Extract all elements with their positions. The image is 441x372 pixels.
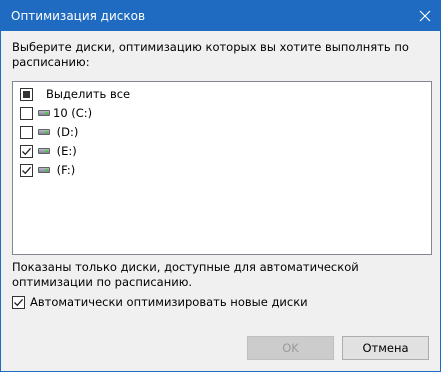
drive-checkbox-d[interactable] — [20, 125, 33, 139]
drive-icon — [38, 129, 50, 135]
drive-checkbox-c[interactable] — [20, 106, 33, 120]
drive-label-d: (D:) — [53, 125, 79, 139]
drive-label-c: 10 (C:) — [53, 106, 93, 120]
select-all-checkbox[interactable] — [20, 87, 33, 101]
drive-row-d[interactable]: (D:) — [20, 123, 78, 141]
availability-note: Показаны только диски, доступные для авт… — [12, 260, 359, 289]
drive-icon — [38, 148, 50, 154]
select-all-row[interactable]: Выделить все — [20, 85, 130, 103]
drive-list[interactable]: Выделить все 10 (C:) (D:) (E:) (F:) — [12, 81, 432, 255]
drive-checkbox-f[interactable] — [20, 163, 33, 177]
ok-button[interactable]: OK — [247, 336, 334, 360]
drive-row-e[interactable]: (E:) — [20, 142, 77, 160]
drive-label-e: (E:) — [53, 144, 77, 158]
close-icon — [419, 10, 431, 22]
checkmark-icon — [22, 166, 32, 174]
checkmark-icon — [22, 147, 32, 155]
optimize-drives-dialog: Оптимизация дисков Выберите диски, оптим… — [0, 0, 441, 372]
select-all-label: Выделить все — [46, 87, 131, 101]
window-title: Оптимизация дисков — [11, 9, 146, 23]
drive-row-f[interactable]: (F:) — [20, 161, 75, 179]
instruction-text: Выберите диски, оптимизацию которых вы х… — [12, 40, 409, 69]
drive-icon — [38, 110, 50, 116]
auto-optimize-label: Автоматически оптимизировать новые диски — [30, 295, 308, 309]
auto-optimize-option[interactable]: Автоматически оптимизировать новые диски — [12, 294, 308, 310]
drive-row-c[interactable]: 10 (C:) — [20, 104, 92, 122]
drive-checkbox-e[interactable] — [20, 144, 33, 158]
checkmark-icon — [14, 298, 24, 306]
auto-optimize-checkbox[interactable] — [12, 295, 25, 309]
cancel-button[interactable]: Отмена — [342, 336, 429, 360]
drive-icon — [38, 167, 50, 173]
drive-label-f: (F:) — [53, 163, 76, 177]
title-bar: Оптимизация дисков — [1, 1, 440, 31]
close-button[interactable] — [410, 1, 440, 31]
